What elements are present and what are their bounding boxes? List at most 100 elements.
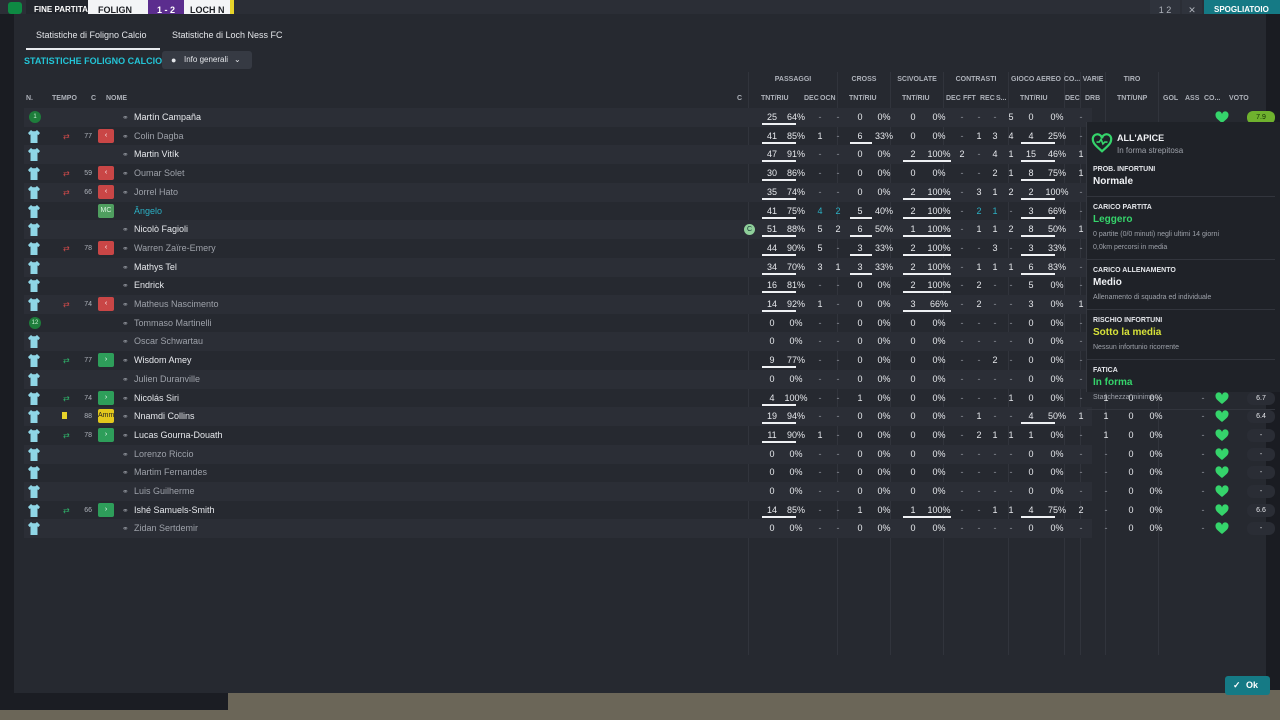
tab-away-stats[interactable]: Statistiche di Loch Ness FC xyxy=(172,30,283,50)
col-captain[interactable]: C xyxy=(737,95,742,102)
table-row[interactable]: ⇄ 78 › ⚭ Lucas Gourna-Douath 11 90% 1-0 0% 0 0% -2 1… xyxy=(24,426,1275,445)
close-icon[interactable]: ✕ xyxy=(1182,0,1202,15)
stat-cross-tries: 0 xyxy=(857,523,863,534)
col-ass[interactable]: ASS xyxy=(1185,95,1199,102)
player-name[interactable]: Endrick xyxy=(134,276,164,295)
player-name[interactable]: Warren Zaïre-Emery xyxy=(134,239,216,258)
stat-pass-ocn: - xyxy=(836,448,840,459)
table-row[interactable]: ⚭ Endrick 16 81% - -0 0% 2 100% -2- -5 0% - xyxy=(24,276,1092,295)
table-row[interactable]: ⇄ 78 ‹ ⚭ Warren Zaïre-Emery 44 90% 5-3 33% 2 100% -… xyxy=(24,239,1092,258)
player-name[interactable]: Oscar Schwartau xyxy=(134,332,203,351)
col-pass-dec[interactable]: DEC xyxy=(804,95,819,102)
col-time[interactable]: TEMPO xyxy=(52,95,77,102)
player-name[interactable]: Jorrel Hato xyxy=(134,183,178,202)
col-pass-ocn[interactable]: OCN xyxy=(820,95,836,102)
player-name[interactable]: Nicolò Fagioli xyxy=(134,220,188,239)
match-rating: 6.6 xyxy=(1247,503,1275,517)
table-row[interactable]: ⚭ Julien Duranville 0 0% - -0 0% 0 0% - - - -0 0% - xyxy=(24,369,1092,389)
stat-aer-tries: 3 xyxy=(1028,299,1034,309)
col-con-s[interactable]: S... xyxy=(996,95,1007,102)
stat-aer-percent: 0% xyxy=(1050,355,1064,366)
view-dropdown[interactable]: ● Info generali ⌄ xyxy=(162,51,252,69)
group-scivolate: SCIVOLATE xyxy=(897,76,937,83)
player-name[interactable]: Tommaso Martinelli xyxy=(134,314,212,333)
stat-sciv-tries: 0 xyxy=(910,429,916,440)
player-name[interactable]: Colin Dagba xyxy=(134,127,184,146)
table-row[interactable]: ⇄ 77 › ⚭ Wisdom Amey 9 77% - -0 0% 0 0% - -2-0 0% - xyxy=(24,351,1092,370)
col-co[interactable]: CO... xyxy=(1204,95,1220,102)
ok-button[interactable]: ✓ Ok xyxy=(1225,676,1270,695)
col-tiro-tnt-unp[interactable]: TNT/UNP xyxy=(1117,95,1147,102)
substitution-minute: 78 xyxy=(84,244,92,252)
table-row[interactable]: ⇄ 59 ‹ ⚭ Oumar Solet 30 86% - -0 0% 0 0% - -2 1 8 75% 1 xyxy=(24,164,1092,183)
player-name[interactable]: Ângelo xyxy=(134,202,162,221)
headset-icon: ⚭ xyxy=(122,468,129,478)
table-row[interactable]: ⇄ 66 ‹ ⚭ Jorrel Hato 35 74% - -0 0% 2 100% -3 1 2 2 100%… xyxy=(24,182,1092,202)
table-row[interactable]: ⚭ Nicolò Fagioli C 51 88% 5 2 6 50% 1 100% -1 1 2 8 50%… xyxy=(24,220,1092,240)
table-row[interactable]: ⇄ 77 ‹ ⚭ Colin Dagba 41 85% 1-6 33% 0 0% -1 3 4 4 25% - xyxy=(24,127,1092,146)
table-row[interactable]: ⇄ 74 ‹ ⚭ Matheus Nascimento 14 92% 1-0 0% 3 66% -2-… xyxy=(24,295,1092,314)
player-name[interactable]: Martim Fernandes xyxy=(134,463,207,482)
player-name[interactable]: Julien Duranville xyxy=(134,370,200,389)
col-con-fft[interactable]: FFT xyxy=(963,95,976,102)
player-name[interactable]: Nicolás Siri xyxy=(134,389,179,408)
stat-gol xyxy=(1168,501,1192,520)
col-co-dec[interactable]: DEC xyxy=(1065,95,1080,102)
player-name[interactable]: Zidan Sertdemir xyxy=(134,519,198,538)
table-row[interactable]: ⚭ Zidan Sertdemir 0 0% - -0 0% 0 0% - - - -0 0% - -0 0% -… xyxy=(24,519,1275,539)
player-name[interactable]: Ishé Samuels-Smith xyxy=(134,501,215,520)
player-name[interactable]: Oumar Solet xyxy=(134,164,185,183)
tooltip-item-label: CARICO ALLENAMENTO xyxy=(1093,267,1176,274)
stat-sciv-tries: 0 xyxy=(910,373,916,384)
heart-icon xyxy=(1215,485,1229,497)
col-name[interactable]: NOME xyxy=(106,95,127,102)
player-name[interactable]: Martín Campaña xyxy=(134,108,201,127)
player-name[interactable]: Mathys Tel xyxy=(134,258,177,277)
stat-sciv-percent: 0% xyxy=(932,392,946,403)
table-row[interactable]: ⚭ Martin Vitík 47 91% - -0 0% 2 100% 2-4 1 15 46% 1 xyxy=(24,145,1092,165)
player-name[interactable]: Lucas Gourna-Douath xyxy=(134,426,223,445)
stat-aer-tries: 0 xyxy=(1028,448,1034,459)
col-con-dec[interactable]: DEC xyxy=(946,95,961,102)
table-row[interactable]: ⚭ Mathys Tel 34 70% 3 1 3 33% 2 100% -1 1 1 6 83% - xyxy=(24,257,1092,277)
stat-underline xyxy=(762,235,796,238)
stat-cross-percent: 0% xyxy=(877,336,891,347)
player-name[interactable]: Matheus Nascimento xyxy=(134,295,219,314)
col-pass-tnt-riu[interactable]: TNT/RIU xyxy=(761,95,789,102)
table-row[interactable]: MC Ângelo 41 75% 4 2 5 40% 2 100% -2 1-3 66% - xyxy=(24,202,1092,221)
col-number[interactable]: N. xyxy=(26,95,33,102)
table-row[interactable]: ⇄ 66 › ⚭ Ishé Samuels-Smith 14 85% - -1 0% 1 100% - -… xyxy=(24,501,1275,520)
table-row[interactable]: 88 Amm ⚭ Nnamdi Collins 19 94% - -0 0% 0 0% -1- -4 50… xyxy=(24,407,1275,427)
match-rating: - xyxy=(1247,466,1275,480)
top-right-info[interactable]: 1 2 xyxy=(1150,0,1180,15)
table-row[interactable]: ⚭ Lorenzo Riccio 0 0% - -0 0% 0 0% - - - -0 0% - -0 0% - - xyxy=(24,444,1275,464)
col-cross-tnt-riu[interactable]: TNT/RIU xyxy=(849,95,877,102)
stat-sciv-tries: 0 xyxy=(910,130,916,141)
player-name[interactable]: Wisdom Amey xyxy=(134,351,192,370)
stat-underline xyxy=(762,253,796,256)
col-voto[interactable]: VOTO xyxy=(1229,95,1249,102)
col-condition[interactable]: C xyxy=(91,95,96,102)
table-row[interactable]: ⇄ 74 › ⚭ Nicolás Siri 4 100% - -1 0% 0 0% - - -1 0 0% -1 0… xyxy=(24,389,1275,408)
tab-home-stats[interactable]: Statistiche di Foligno Calcio xyxy=(26,30,160,50)
player-name[interactable]: Martin Vitík xyxy=(134,145,179,164)
player-name[interactable]: Luis Guilherme xyxy=(134,482,195,501)
stat-co-dec: 2 xyxy=(1078,504,1084,515)
table-row[interactable]: 1 ⚭ Martín Campaña 25 64% - -0 0% 0 0% - - -5 0 0% -7.9 xyxy=(24,108,1275,127)
stat-cross-percent: 0% xyxy=(877,523,891,534)
player-name[interactable]: Lorenzo Riccio xyxy=(134,445,194,464)
col-drb[interactable]: DRB xyxy=(1085,95,1100,102)
table-row[interactable]: 12 ⚭ Tommaso Martinelli 0 0% - -0 0% 0 0% - - - -0 0% - xyxy=(24,314,1092,333)
stat-ass: - xyxy=(1201,411,1205,422)
stat-aer-tries: 0 xyxy=(1028,467,1034,478)
col-aer-tnt-riu[interactable]: TNT/RIU xyxy=(1020,95,1048,102)
col-gol[interactable]: GOL xyxy=(1163,95,1178,102)
table-row[interactable]: ⚭ Martim Fernandes 0 0% - -0 0% 0 0% - - - -0 0% - -0 0%… xyxy=(24,463,1275,482)
stat-sciv-percent: 0% xyxy=(932,317,946,328)
player-name[interactable]: Nnamdi Collins xyxy=(134,407,195,426)
table-row[interactable]: ⚭ Luis Guilherme 0 0% - -0 0% 0 0% - - - -0 0% - -0 0% - - xyxy=(24,482,1275,501)
dressing-room-button[interactable]: SPOGLIATOIO xyxy=(1204,0,1280,14)
table-row[interactable]: ⚭ Oscar Schwartau 0 0% - -0 0% 0 0% - - - -0 0% - xyxy=(24,332,1092,352)
col-con-rec[interactable]: REC xyxy=(980,95,995,102)
col-sciv-tnt-riu[interactable]: TNT/RIU xyxy=(902,95,930,102)
